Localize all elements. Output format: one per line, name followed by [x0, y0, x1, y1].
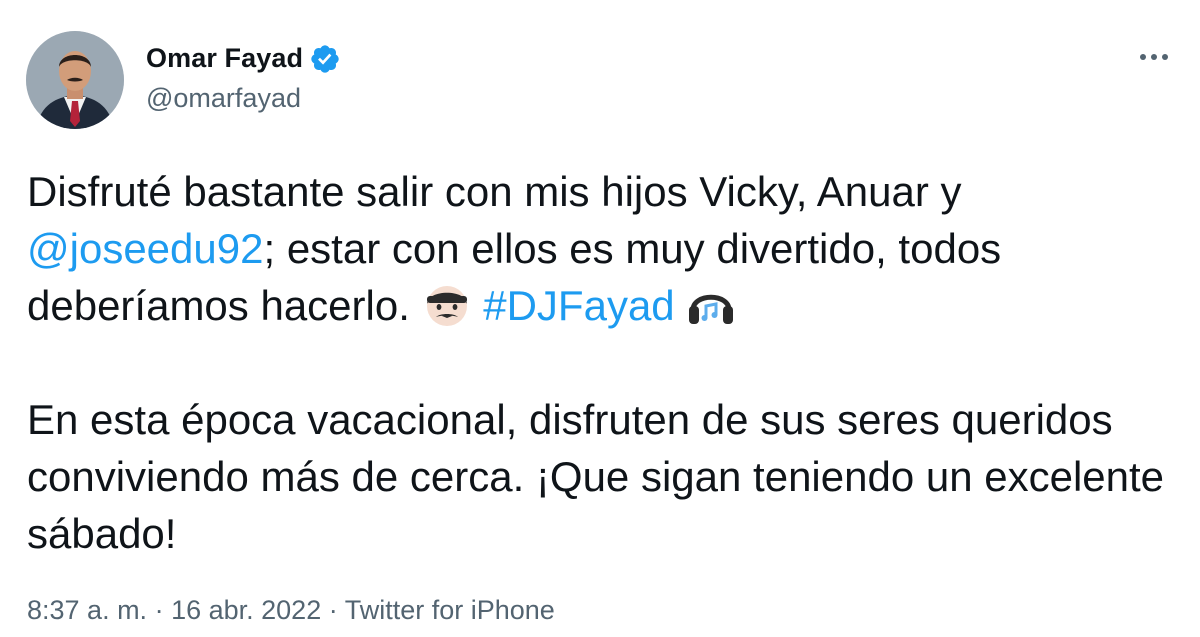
tweet-text-segment: Disfruté bastante salir con mis hijos Vi… [27, 168, 962, 215]
headphones-emoji-icon [686, 280, 736, 330]
name-row: Omar Fayad [146, 43, 341, 75]
tweet-date[interactable]: 16 abr. 2022 [171, 595, 321, 625]
tweet-source[interactable]: Twitter for iPhone [345, 595, 555, 625]
verified-badge-icon [309, 43, 341, 75]
mention-link[interactable]: @joseedu92 [27, 225, 263, 272]
tweet-text: Disfruté bastante salir con mis hijos Vi… [27, 163, 1177, 562]
tweet-paragraph-2: En esta época vacacional, disfruten de s… [27, 396, 1165, 557]
more-horizontal-icon[interactable] [1134, 42, 1174, 72]
meta-separator: · [147, 595, 172, 625]
hashtag-link[interactable]: #DJFayad [483, 282, 674, 329]
tweet-card: Omar Fayad @omarfayad Disfruté bastante … [0, 0, 1200, 637]
author-names: Omar Fayad @omarfayad [146, 43, 341, 114]
tweet-time[interactable]: 8:37 a. m. [27, 595, 147, 625]
display-name[interactable]: Omar Fayad [146, 43, 303, 74]
meta-separator: · [321, 595, 345, 625]
author-handle[interactable]: @omarfayad [146, 83, 341, 114]
tweet-meta: 8:37 a. m. · 16 abr. 2022 · Twitter for … [27, 595, 555, 626]
man-emoji-icon [422, 280, 472, 330]
avatar[interactable] [26, 31, 124, 129]
tweet-header: Omar Fayad @omarfayad [26, 30, 341, 130]
tweet-paragraph-1: Disfruté bastante salir con mis hijos Vi… [27, 163, 1177, 334]
